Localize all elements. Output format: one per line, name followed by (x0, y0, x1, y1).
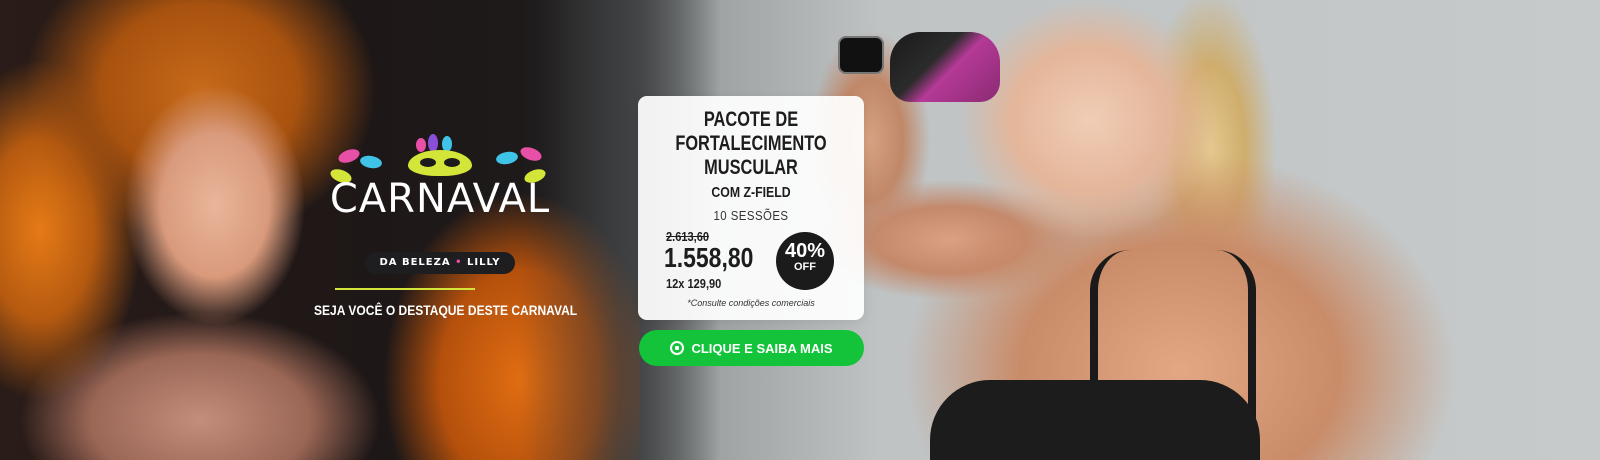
fine-print: *Consulte condições comerciais (687, 298, 815, 308)
new-price: 1.558,80 (664, 242, 754, 273)
feather-icon (336, 146, 362, 166)
feather-icon (416, 138, 426, 152)
logo-title: CARNAVAL (329, 176, 551, 222)
offer-title-line: PACOTE DE (703, 108, 799, 131)
offer-sessions: 10 SESSÕES (713, 208, 789, 223)
logo-divider (335, 288, 475, 290)
feather-icon (518, 144, 544, 164)
offer-title-line: FORTALECIMENTO (675, 132, 827, 155)
offer-subtitle: COM Z-FIELD (711, 184, 791, 201)
feather-icon (495, 150, 519, 166)
hero-banner[interactable]: CARNAVAL DA BELEZA • LILLY SEJA VOCÊ O D… (0, 0, 1600, 460)
logo-subtitle: DA BELEZA • LILLY (365, 252, 515, 274)
whatsapp-icon (670, 341, 685, 355)
carnaval-logo: CARNAVAL DA BELEZA • LILLY (310, 130, 570, 290)
offer-title: PACOTE DE FORTALECIMENTO MUSCULAR (663, 108, 839, 180)
cta-label: CLIQUE E SAIBA MAIS (691, 340, 833, 356)
feather-icon (359, 154, 383, 170)
cta-button[interactable]: CLIQUE E SAIBA MAIS (639, 330, 864, 366)
offer-card: PACOTE DE FORTALECIMENTO MUSCULAR COM Z-… (638, 96, 864, 320)
glove-icon (890, 32, 1000, 102)
tagline: SEJA VOCÊ O DESTAQUE DESTE CARNAVAL (314, 302, 578, 318)
mask-decoration (310, 130, 570, 186)
logo-subtitle-dot: • (455, 257, 463, 268)
offer-title-line: MUSCULAR (704, 156, 798, 179)
sports-top (930, 380, 1260, 460)
logo-subtitle-right: LILLY (467, 257, 501, 268)
carnival-mask-icon (408, 150, 472, 176)
installments: 12x 129,90 (666, 276, 722, 291)
discount-off-label: OFF (794, 261, 816, 273)
discount-percent: 40% (784, 240, 826, 262)
discount-badge: 40% OFF (776, 232, 834, 290)
smartwatch-icon (838, 36, 884, 74)
logo-subtitle-left: DA BELEZA (379, 257, 451, 268)
